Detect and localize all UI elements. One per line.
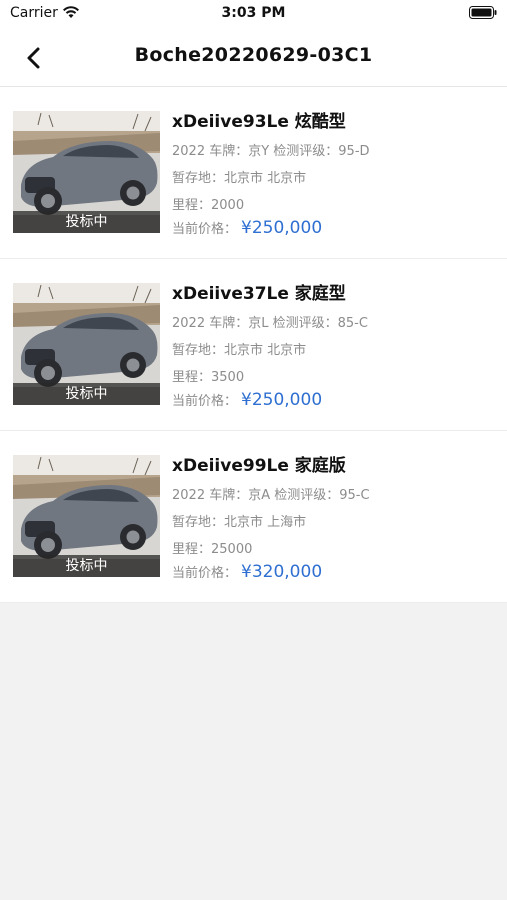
car-mileage-row: 里程：3500 — [172, 366, 244, 385]
car-location: 北京市 北京市 — [224, 343, 307, 358]
status-bar: Carrier 3:03 PM — [0, 0, 507, 30]
car-location: 北京市 上海市 — [224, 515, 307, 530]
vehicle-list-item[interactable]: 投标中 xDeiive99Le 家庭版 2022 车牌：京A 检测评级：95-C… — [0, 431, 507, 603]
mileage-label: 里程： — [172, 198, 212, 213]
car-mileage-row: 里程：2000 — [172, 194, 244, 213]
vehicle-list-item[interactable]: 投标中 xDeiive93Le 炫酷型 2022 车牌：京Y 检测评级：95-D… — [0, 87, 507, 259]
car-price-row: 当前价格： ¥250,000 — [172, 390, 322, 410]
car-location-row: 暂存地：北京市 北京市 — [172, 167, 306, 186]
car-price: ¥250,000 — [241, 218, 323, 238]
car-price-row: 当前价格： ¥250,000 — [172, 218, 322, 238]
price-label: 当前价格： — [172, 394, 238, 409]
mileage-label: 里程： — [172, 370, 212, 385]
status-time: 3:03 PM — [221, 5, 286, 21]
car-mileage-row: 里程：25000 — [172, 538, 252, 557]
car-photo: 投标中 — [13, 455, 160, 577]
car-spec: 2022 车牌：京A 检测评级：95-C — [172, 488, 370, 503]
car-location-row: 暂存地：北京市 上海市 — [172, 511, 306, 530]
vehicle-list: 投标中 xDeiive93Le 炫酷型 2022 车牌：京Y 检测评级：95-D… — [0, 87, 507, 603]
price-label: 当前价格： — [172, 222, 238, 237]
vehicle-list-item[interactable]: 投标中 xDeiive37Le 家庭型 2022 车牌：京L 检测评级：85-C… — [0, 259, 507, 431]
storage-label: 暂存地： — [172, 171, 225, 186]
battery-icon — [469, 6, 497, 19]
bidding-status-tag: 投标中 — [13, 211, 160, 233]
car-price: ¥250,000 — [241, 390, 323, 410]
car-spec: 2022 车牌：京L 检测评级：85-C — [172, 316, 368, 331]
car-location: 北京市 北京市 — [224, 171, 307, 186]
car-price: ¥320,000 — [241, 562, 323, 582]
car-mileage: 2000 — [211, 198, 245, 213]
navigation-bar: Boche20220629-03C1 — [0, 30, 507, 87]
car-spec: 2022 车牌：京Y 检测评级：95-D — [172, 144, 370, 159]
car-photo: 投标中 — [13, 283, 160, 405]
car-price-row: 当前价格： ¥320,000 — [172, 562, 322, 582]
car-mileage: 25000 — [211, 542, 253, 557]
mileage-label: 里程： — [172, 542, 212, 557]
car-location-row: 暂存地：北京市 北京市 — [172, 339, 306, 358]
bidding-status-tag: 投标中 — [13, 555, 160, 577]
car-title: xDeiive93Le 炫酷型 — [172, 112, 346, 132]
storage-label: 暂存地： — [172, 343, 225, 358]
page-title: Boche20220629-03C1 — [134, 44, 373, 66]
car-title: xDeiive99Le 家庭版 — [172, 456, 346, 476]
price-label: 当前价格： — [172, 566, 238, 581]
car-mileage: 3500 — [211, 370, 245, 385]
storage-label: 暂存地： — [172, 515, 225, 530]
car-photo: 投标中 — [13, 111, 160, 233]
bidding-status-tag: 投标中 — [13, 383, 160, 405]
car-title: xDeiive37Le 家庭型 — [172, 284, 346, 304]
